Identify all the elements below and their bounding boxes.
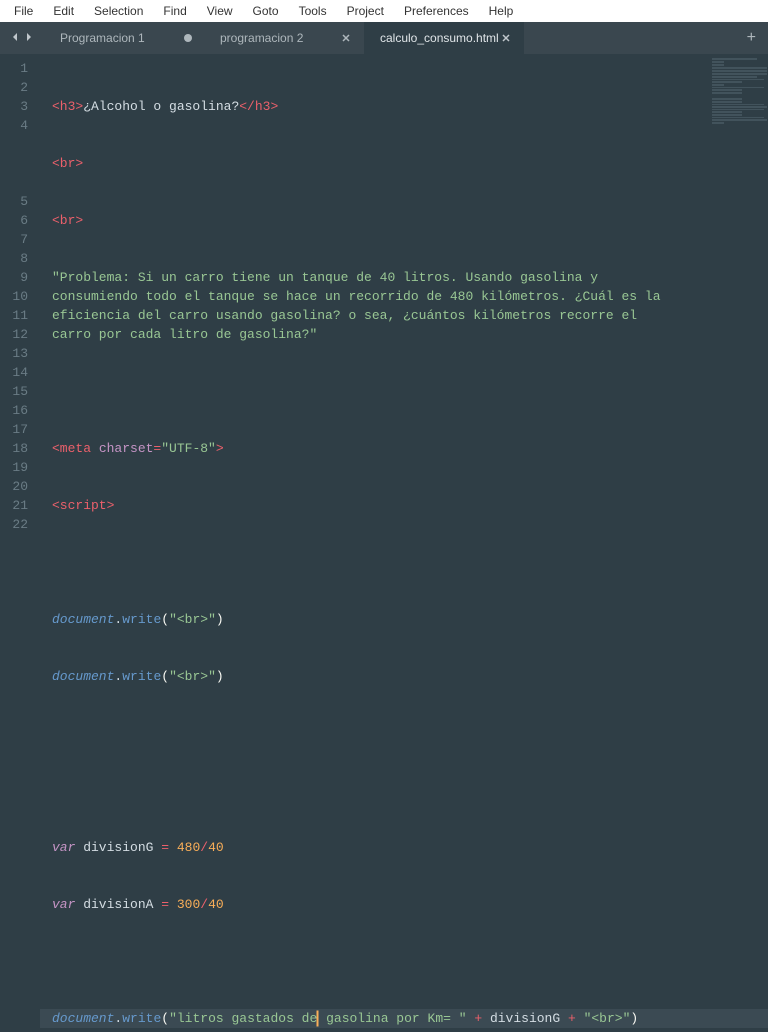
line-number: 20 [0,477,40,496]
line-number: 15 [0,382,40,401]
line-number: 14 [0,363,40,382]
menu-help[interactable]: Help [479,2,524,20]
tab-bar: Programacion 1 programacion 2 calculo_co… [0,22,768,54]
tab-programacion-1[interactable]: Programacion 1 [44,22,204,54]
code-line: <br> [40,154,768,173]
menu-bar: File Edit Selection Find View Goto Tools… [0,0,768,22]
code-line: document.write("<br>") [40,610,768,629]
nav-forward-icon[interactable] [24,29,34,47]
code-line: <br> [40,211,768,230]
close-icon[interactable] [500,32,512,44]
tab-label: programacion 2 [220,31,303,45]
line-number: 21 [0,496,40,515]
menu-find[interactable]: Find [153,2,196,20]
menu-file[interactable]: File [4,2,43,20]
line-number: 10 [0,287,40,306]
code-line [40,952,768,971]
menu-project[interactable]: Project [337,2,394,20]
line-number: 6 [0,211,40,230]
line-number: 5 [0,192,40,211]
nav-back-icon[interactable] [10,29,20,47]
menu-goto[interactable]: Goto [243,2,289,20]
tab-programacion-2[interactable]: programacion 2 [204,22,364,54]
code-line: var divisionA = 300/40 [40,895,768,914]
minimap[interactable] [708,54,768,516]
line-number: 3 [0,97,40,116]
close-icon[interactable] [340,32,352,44]
line-number: 19 [0,458,40,477]
code-line-active: document.write("litros gastados de gasol… [40,1009,768,1028]
code-content[interactable]: <h3>¿Alcohol o gasolina?</h3> <br> <br> … [40,54,768,516]
code-line: "Problema: Si un carro tiene un tanque d… [40,268,768,344]
code-line [40,553,768,572]
tab-label: Programacion 1 [60,31,145,45]
line-number: 8 [0,249,40,268]
new-tab-button[interactable]: + [735,29,768,47]
text-cursor-icon [317,1011,318,1026]
tab-calculo-consumo[interactable]: calculo_consumo.html [364,22,524,54]
code-line [40,382,768,401]
editor-area[interactable]: 1 2 3 4 5 6 7 8 9 10 11 12 13 14 15 16 1… [0,54,768,516]
code-line: <h3>¿Alcohol o gasolina?</h3> [40,97,768,116]
menu-view[interactable]: View [197,2,243,20]
menu-preferences[interactable]: Preferences [394,2,479,20]
line-number: 17 [0,420,40,439]
line-number: 13 [0,344,40,363]
code-line [40,781,768,800]
line-number: 16 [0,401,40,420]
menu-selection[interactable]: Selection [84,2,153,20]
tab-label: calculo_consumo.html [380,31,499,45]
menu-tools[interactable]: Tools [289,2,337,20]
code-line [40,724,768,743]
code-line: <meta charset="UTF-8"> [40,439,768,458]
code-line: <script> [40,496,768,515]
code-line: var divisionG = 480/40 [40,838,768,857]
dirty-indicator-icon [184,34,192,42]
menu-edit[interactable]: Edit [43,2,84,20]
line-number: 7 [0,230,40,249]
line-number: 4 [0,116,40,192]
line-gutter: 1 2 3 4 5 6 7 8 9 10 11 12 13 14 15 16 1… [0,54,40,516]
line-number: 1 [0,59,40,78]
line-number: 11 [0,306,40,325]
line-number: 18 [0,439,40,458]
line-number: 12 [0,325,40,344]
line-number: 9 [0,268,40,287]
code-line: document.write("<br>") [40,667,768,686]
line-number: 2 [0,78,40,97]
line-number: 22 [0,515,40,534]
